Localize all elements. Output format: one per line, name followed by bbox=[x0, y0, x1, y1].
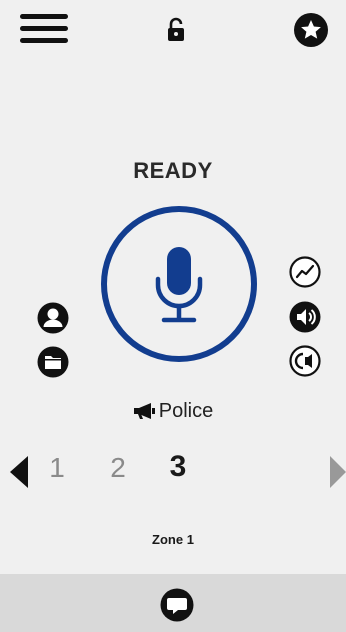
page-3-active[interactable]: 3 bbox=[163, 450, 193, 484]
speaker-volume-icon[interactable] bbox=[289, 301, 321, 333]
page-1[interactable]: 1 bbox=[42, 452, 72, 484]
star-circle-icon[interactable] bbox=[293, 12, 329, 48]
zone-label: Zone 1 bbox=[152, 532, 194, 547]
bottom-bar bbox=[0, 574, 346, 632]
push-to-talk-button[interactable] bbox=[101, 206, 257, 362]
activity-line-icon[interactable] bbox=[289, 256, 321, 288]
chat-bubble-icon[interactable] bbox=[160, 588, 194, 622]
contact-person-icon[interactable] bbox=[37, 302, 69, 334]
previous-arrow-icon[interactable] bbox=[10, 456, 28, 488]
intercom-speaker-icon[interactable] bbox=[289, 345, 321, 377]
hamburger-menu-button[interactable] bbox=[20, 12, 68, 46]
page-2[interactable]: 2 bbox=[103, 452, 133, 484]
menu-bar bbox=[20, 38, 68, 43]
menu-bar bbox=[20, 26, 68, 31]
megaphone-icon bbox=[133, 402, 157, 426]
unlocked-padlock-icon[interactable] bbox=[166, 17, 188, 43]
next-arrow-icon[interactable] bbox=[330, 456, 346, 488]
channel-label: Police bbox=[0, 400, 346, 426]
folder-icon[interactable] bbox=[37, 346, 69, 378]
menu-bar bbox=[20, 14, 68, 19]
status-label: READY bbox=[133, 158, 213, 183]
channel-name: Police bbox=[158, 400, 214, 422]
microphone-icon bbox=[155, 247, 203, 323]
